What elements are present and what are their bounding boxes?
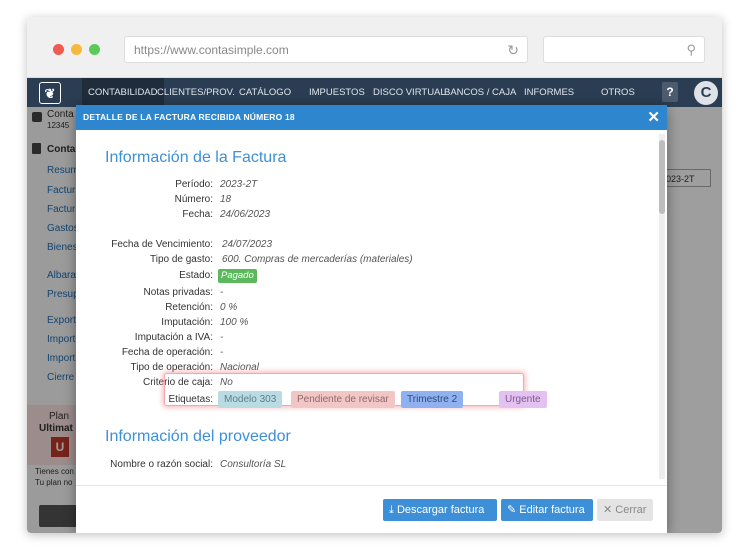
top-navigation: ❦ CONTABILIDAD CLIENTES/PROV. CATÁLOGO I… bbox=[27, 78, 722, 107]
help-button[interactable]: ? bbox=[662, 82, 678, 102]
reload-icon[interactable]: ↻ bbox=[498, 42, 519, 58]
nav-clientes[interactable]: CLIENTES/PROV. bbox=[157, 78, 235, 107]
field-value: 100 % bbox=[220, 317, 249, 328]
nav-informes[interactable]: INFORMES bbox=[524, 78, 574, 107]
field-value: 2023-2T bbox=[220, 179, 258, 190]
section-title-invoice: Información de la Factura bbox=[105, 149, 287, 166]
invoice-detail-dialog: DETALLE DE LA FACTURA RECIBIDA NÚMERO 18… bbox=[76, 105, 667, 533]
nav-impuestos[interactable]: IMPUESTOS bbox=[309, 78, 365, 107]
nav-contabilidad[interactable]: CONTABILIDAD bbox=[82, 78, 164, 107]
pencil-icon: ✎ bbox=[507, 504, 517, 516]
field-value: Consultoría SL bbox=[220, 459, 287, 470]
address-bar[interactable]: https://www.contasimple.com ↻ bbox=[124, 36, 528, 63]
address-text: https://www.contasimple.com bbox=[134, 43, 289, 57]
browser-search-input[interactable]: ⚲ bbox=[543, 36, 705, 63]
tag-modelo-303[interactable]: Modelo 303 bbox=[218, 391, 283, 408]
tag-pendiente-revisar[interactable]: Pendiente de revisar bbox=[291, 391, 395, 408]
field-value: - bbox=[220, 287, 224, 298]
edit-label: Editar factura bbox=[519, 504, 585, 516]
scrollbar-thumb[interactable] bbox=[659, 140, 665, 214]
field-label: Estado: bbox=[179, 270, 213, 281]
tag-trimestre-2[interactable]: Trimestre 2 bbox=[401, 391, 464, 408]
status-badge: Pagado bbox=[218, 269, 257, 283]
close-window-button[interactable] bbox=[53, 44, 64, 55]
dialog-title: DETALLE DE LA FACTURA RECIBIDA NÚMERO 18 bbox=[83, 112, 295, 122]
field-value: 600. Compras de mercaderías (materiales) bbox=[222, 254, 413, 265]
close-dialog-button[interactable]: ✕ Cerrar bbox=[597, 499, 653, 521]
field-value: 18 bbox=[220, 194, 232, 205]
edit-invoice-button[interactable]: ✎ Editar factura bbox=[501, 499, 593, 521]
dialog-footer: ⤓ Descargar factura ✎ Editar factura ✕ C… bbox=[76, 485, 667, 533]
field-value: 24/07/2023 bbox=[222, 239, 273, 250]
search-icon: ⚲ bbox=[686, 42, 696, 57]
field-label: Nombre o razón social: bbox=[110, 459, 213, 470]
field-label: Imputación: bbox=[161, 317, 213, 328]
field-value: 0 % bbox=[220, 302, 238, 313]
field-label: Número: bbox=[174, 194, 213, 205]
maximize-window-button[interactable] bbox=[89, 44, 100, 55]
field-label: Fecha: bbox=[182, 209, 213, 220]
minimize-window-button[interactable] bbox=[71, 44, 82, 55]
nav-disco-virtual[interactable]: DISCO VIRTUAL bbox=[373, 78, 446, 107]
section-title-provider: Información del proveedor bbox=[105, 428, 291, 445]
field-value: - bbox=[220, 347, 224, 358]
download-invoice-button[interactable]: ⤓ Descargar factura bbox=[383, 499, 497, 521]
close-icon: ✕ bbox=[603, 504, 613, 516]
field-label: Tipo de operación: bbox=[130, 362, 213, 373]
field-value: Nacional bbox=[220, 362, 259, 373]
field-label: Retención: bbox=[165, 302, 213, 313]
field-label: Fecha de Vencimiento: bbox=[111, 239, 213, 250]
dialog-body: Información de la Factura Período: 2023-… bbox=[76, 130, 667, 485]
download-icon: ⤓ bbox=[389, 504, 394, 516]
nav-catalogo[interactable]: CATÁLOGO bbox=[239, 78, 291, 107]
field-value: - bbox=[220, 332, 224, 343]
field-label: Período: bbox=[175, 179, 213, 190]
nav-bancos-caja[interactable]: BANCOS / CAJA bbox=[444, 78, 516, 107]
dialog-scrollbar[interactable] bbox=[659, 134, 665, 479]
close-icon[interactable]: ✕ bbox=[647, 106, 660, 130]
close-label: Cerrar bbox=[615, 504, 647, 516]
user-avatar[interactable]: C bbox=[694, 81, 718, 105]
field-label: Fecha de operación: bbox=[121, 347, 213, 358]
download-label: Descargar factura bbox=[396, 504, 485, 516]
tag-urgente[interactable]: Urgente bbox=[499, 391, 547, 408]
browser-toolbar: https://www.contasimple.com ↻ ⚲ bbox=[27, 17, 722, 78]
browser-window: https://www.contasimple.com ↻ ⚲ ❦ CONTAB… bbox=[27, 17, 722, 533]
tags-label: Etiquetas: bbox=[168, 394, 213, 405]
dialog-header: DETALLE DE LA FACTURA RECIBIDA NÚMERO 18… bbox=[76, 105, 667, 130]
field-label: Tipo de gasto: bbox=[149, 254, 213, 265]
nav-otros[interactable]: OTROS bbox=[601, 78, 635, 107]
app-logo[interactable]: ❦ bbox=[39, 82, 61, 104]
field-value: 24/06/2023 bbox=[220, 209, 271, 220]
field-label: Notas privadas: bbox=[143, 287, 213, 298]
field-label: Imputación a IVA: bbox=[134, 332, 213, 343]
